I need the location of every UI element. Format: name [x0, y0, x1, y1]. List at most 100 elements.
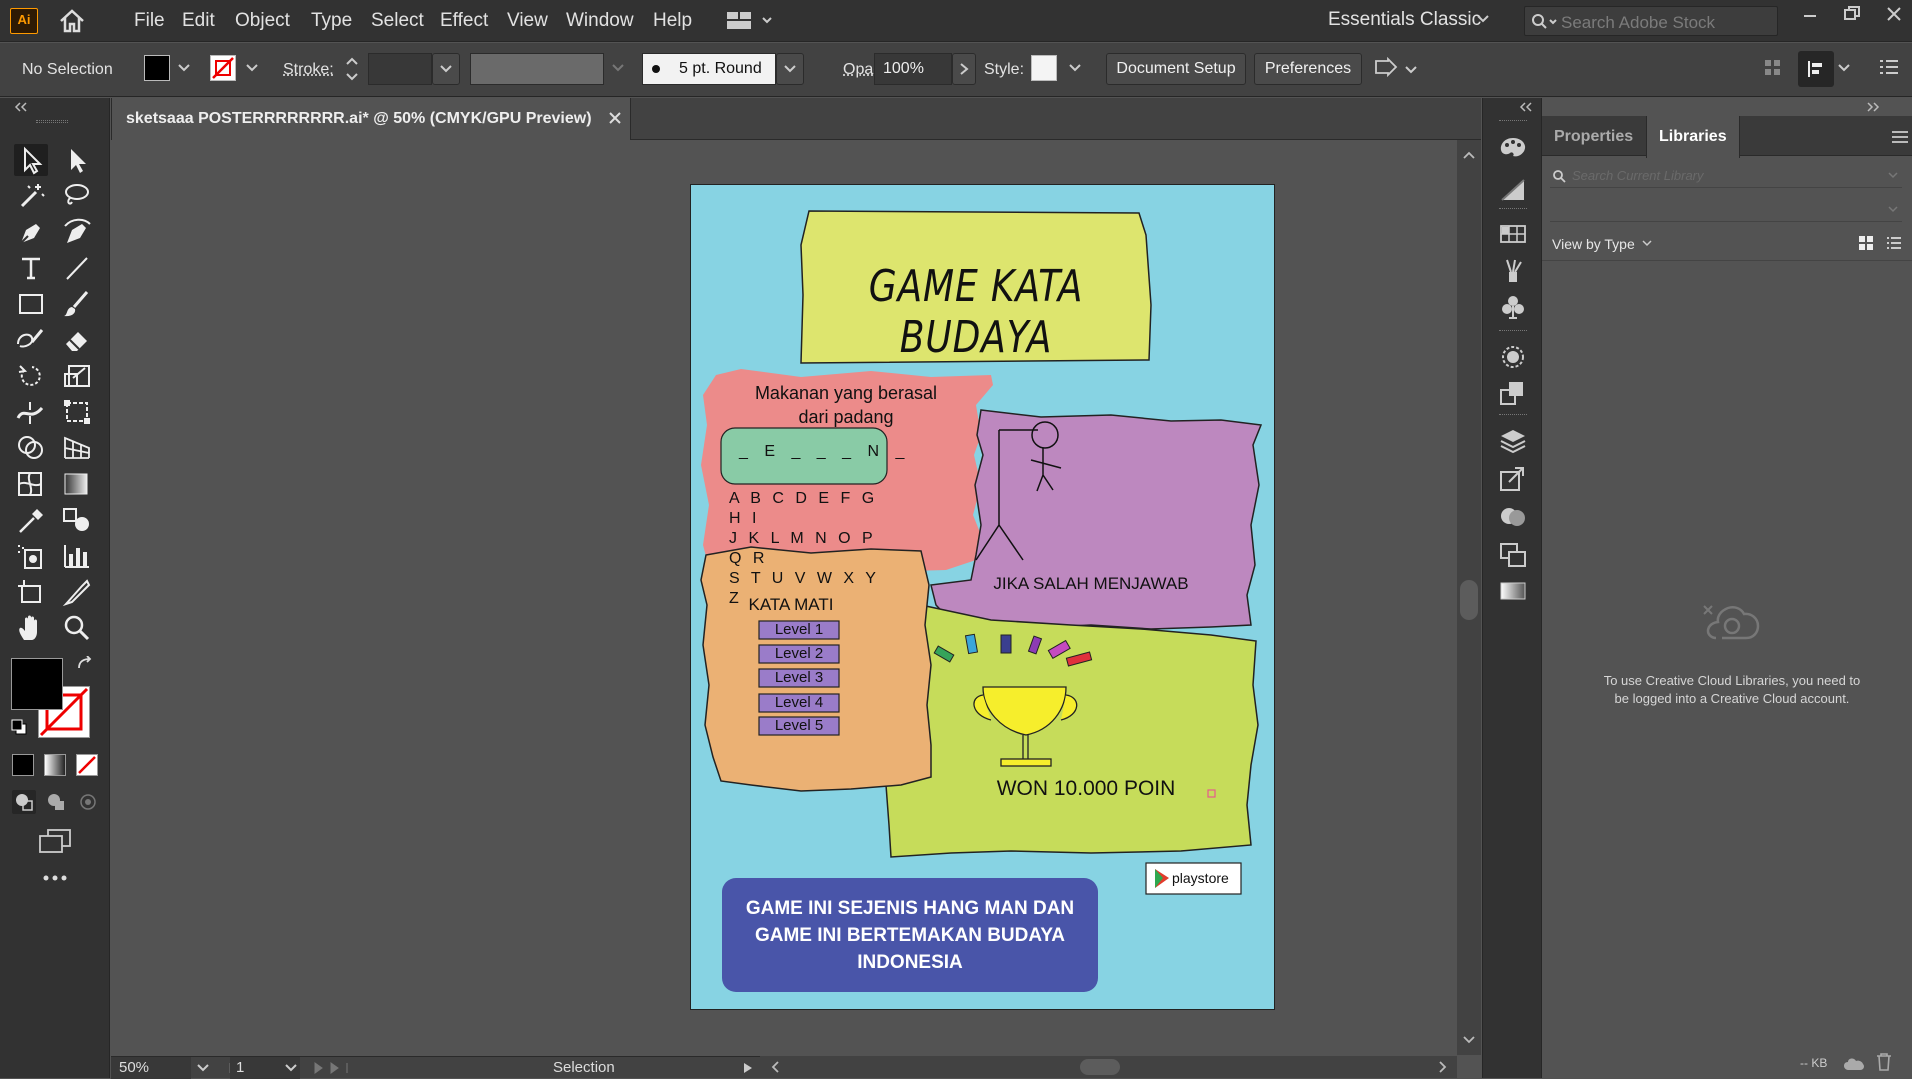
symbols-icon[interactable] [1499, 294, 1527, 320]
draw-inside-icon[interactable] [76, 790, 100, 814]
collapse-icon[interactable] [14, 102, 28, 112]
library-selector[interactable] [1550, 198, 1902, 222]
home-icon[interactable] [58, 8, 86, 34]
chevron-down-icon[interactable] [246, 63, 258, 73]
stroke-weight-field[interactable] [368, 53, 432, 85]
horizontal-scroll-thumb[interactable] [1080, 1059, 1120, 1075]
chevron-down-icon[interactable] [1838, 63, 1850, 73]
chevron-down-icon[interactable] [1888, 172, 1898, 180]
scale-tool-icon[interactable] [60, 360, 94, 392]
symbol-sprayer-tool-icon[interactable] [14, 540, 48, 572]
grid-view-icon[interactable] [1858, 235, 1874, 251]
brush-dropdown[interactable] [776, 53, 804, 85]
stroke-stepper[interactable] [345, 53, 359, 85]
scroll-up-icon[interactable] [1463, 150, 1475, 160]
menu-object[interactable]: Object [235, 10, 290, 32]
trash-icon[interactable] [1876, 1052, 1892, 1072]
panel-menu-icon[interactable] [1880, 59, 1898, 75]
artboard[interactable]: GAME KATA BUDAYA Makanan yang berasal da… [690, 184, 1275, 1010]
document-tab[interactable]: sketsaaa POSTERRRRRRRR.ai* @ 50% (CMYK/G… [111, 98, 631, 140]
transform-icon[interactable] [1374, 57, 1418, 81]
menu-effect[interactable]: Effect [440, 10, 488, 32]
gradient-tool-icon[interactable] [60, 468, 94, 500]
column-graph-tool-icon[interactable] [60, 540, 94, 572]
menu-select[interactable]: Select [371, 10, 424, 32]
chevron-down-icon[interactable] [1477, 12, 1489, 24]
scroll-down-icon[interactable] [1463, 1035, 1475, 1045]
menu-edit[interactable]: Edit [182, 10, 215, 32]
tab-properties[interactable]: Properties [1542, 116, 1645, 158]
none-mode-icon[interactable] [76, 754, 98, 776]
layers-icon[interactable] [1499, 428, 1527, 454]
screen-mode-icon[interactable] [38, 828, 72, 854]
shape-builder-tool-icon[interactable] [14, 432, 48, 464]
artboard-tool-icon[interactable] [14, 576, 48, 608]
default-colors-icon[interactable] [10, 718, 28, 736]
arrange-documents-icon[interactable] [727, 12, 773, 30]
mesh-tool-icon[interactable] [14, 468, 48, 500]
stroke-label[interactable]: Stroke: [283, 61, 334, 79]
restore-icon[interactable] [1842, 4, 1862, 24]
vertical-scroll-thumb[interactable] [1460, 580, 1478, 620]
eyedropper-tool-icon[interactable] [14, 504, 48, 536]
opacity-arrow[interactable] [952, 53, 976, 85]
shaper-tool-icon[interactable] [14, 324, 48, 356]
chevron-down-icon[interactable] [285, 1063, 297, 1073]
menu-window[interactable]: Window [566, 10, 634, 32]
appearance-icon[interactable] [1499, 344, 1527, 370]
list-view-icon[interactable] [1886, 235, 1902, 251]
menu-help[interactable]: Help [653, 10, 692, 32]
status-menu-icon[interactable] [743, 1062, 753, 1074]
menu-view[interactable]: View [507, 10, 548, 32]
lasso-tool-icon[interactable] [60, 180, 94, 212]
magic-wand-tool-icon[interactable] [14, 180, 48, 212]
chevron-down-icon[interactable] [197, 1063, 209, 1073]
color-guide-icon[interactable] [1499, 136, 1527, 160]
pen-tool-icon[interactable] [14, 216, 48, 248]
panel-menu-icon[interactable] [1892, 130, 1908, 144]
scroll-right-icon[interactable] [1438, 1061, 1448, 1073]
stock-search-input[interactable]: Search Adobe Stock [1524, 6, 1778, 36]
draw-normal-icon[interactable] [12, 790, 36, 814]
close-tab-icon[interactable] [609, 112, 621, 124]
transparency-icon[interactable] [1499, 380, 1527, 406]
brushes-icon[interactable] [1499, 258, 1527, 284]
cloud-sync-icon[interactable] [1842, 1054, 1866, 1072]
more-tools-icon[interactable] [43, 874, 67, 882]
perspective-grid-tool-icon[interactable] [60, 432, 94, 464]
document-setup-button[interactable]: Document Setup [1106, 53, 1246, 85]
artboards-icon[interactable] [1499, 542, 1527, 568]
type-tool-icon[interactable] [14, 252, 48, 284]
brush-definition[interactable]: 5 pt. Round [642, 53, 776, 85]
expand-icon[interactable] [1866, 102, 1880, 112]
opacity-field[interactable]: 100% [874, 53, 952, 85]
gradient-swatch-icon[interactable] [1499, 580, 1527, 602]
view-by-type[interactable]: View by Type [1552, 236, 1635, 252]
rotate-tool-icon[interactable] [14, 360, 48, 392]
minimize-icon[interactable] [1800, 4, 1820, 24]
fill-color-front[interactable] [11, 658, 63, 710]
library-search-input[interactable]: Search Current Library [1550, 164, 1902, 188]
paintbrush-tool-icon[interactable] [60, 288, 94, 320]
horizontal-scrollbar[interactable] [760, 1056, 1457, 1078]
gradient-mode-icon[interactable] [44, 754, 66, 776]
align-panel-icon[interactable] [1798, 51, 1834, 87]
stroke-swatch[interactable] [210, 55, 236, 81]
zoom-field[interactable]: 50% [111, 1057, 191, 1079]
chevron-down-icon[interactable] [178, 63, 190, 73]
pathfinder-icon[interactable] [1499, 504, 1527, 530]
color-mode-icon[interactable] [12, 754, 34, 776]
draw-behind-icon[interactable] [44, 790, 68, 814]
menu-file[interactable]: File [134, 10, 165, 32]
width-tool-icon[interactable] [14, 396, 48, 428]
gradient-panel-icon[interactable] [1499, 178, 1527, 202]
direct-selection-tool-icon[interactable] [60, 144, 94, 176]
free-transform-tool-icon[interactable] [60, 396, 94, 428]
workspace-switcher[interactable]: Essentials Classic [1328, 9, 1481, 31]
last-artboard-icon[interactable] [314, 1062, 348, 1074]
line-tool-icon[interactable] [60, 252, 94, 284]
menu-type[interactable]: Type [311, 10, 352, 32]
scroll-left-icon[interactable] [770, 1061, 780, 1073]
hand-tool-icon[interactable] [14, 612, 48, 644]
swap-colors-icon[interactable] [76, 656, 94, 672]
